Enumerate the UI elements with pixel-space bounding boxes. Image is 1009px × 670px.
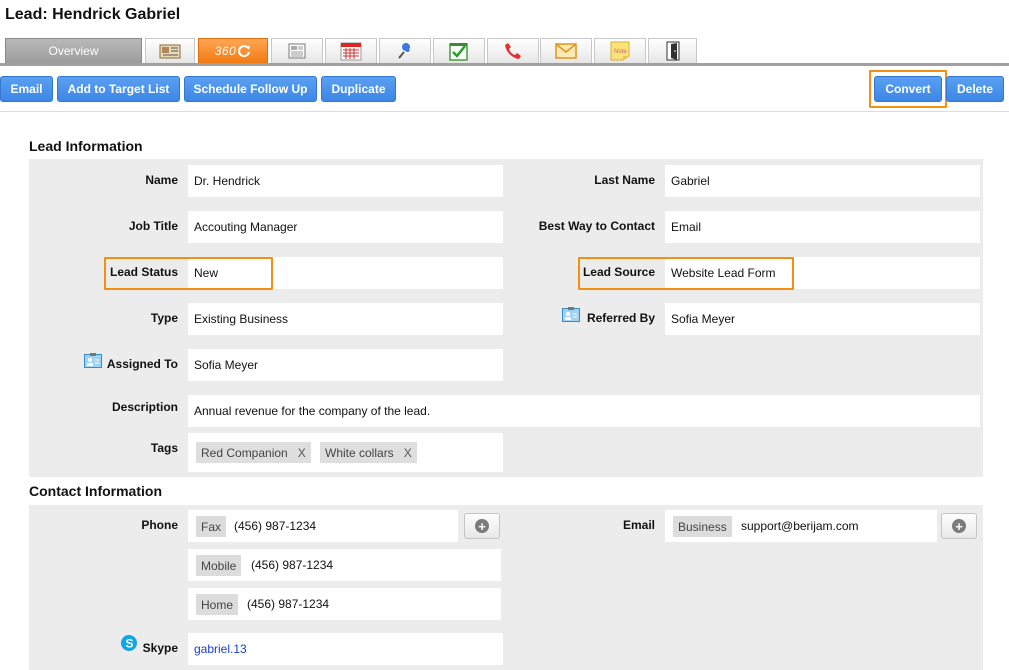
tab-pushpin[interactable] <box>379 38 431 63</box>
job-title-label: Job Title <box>128 219 178 233</box>
phone-type-home: Home <box>196 594 239 615</box>
tab-bar: Overview 360 Note <box>0 36 1009 66</box>
add-phone-button[interactable]: + <box>464 513 500 539</box>
description-value: Annual revenue for the company of the le… <box>188 395 980 427</box>
note-icon: Note <box>610 41 630 61</box>
assigned-to-label: Assigned To <box>106 357 178 371</box>
schedule-follow-up-button[interactable]: Schedule Follow Up <box>184 76 317 102</box>
referred-by-label: Referred By <box>586 311 655 325</box>
phone-type-mobile: Mobile <box>196 555 242 576</box>
duplicate-button[interactable]: Duplicate <box>321 76 396 102</box>
tab-business-card[interactable] <box>145 38 195 63</box>
tab-360-label: 360 <box>214 44 237 58</box>
phone-number-mobile: (456) 987-1234 <box>251 558 334 572</box>
email-type-business: Business <box>673 516 732 537</box>
tag-chip: Red Companion X <box>196 442 311 463</box>
tag-remove-button[interactable]: X <box>404 446 412 460</box>
name-value: Dr. Hendrick <box>188 165 503 197</box>
newspaper-icon <box>288 43 306 59</box>
lead-status-value: New <box>188 257 503 289</box>
tab-calendar[interactable] <box>325 38 377 63</box>
tab-360[interactable]: 360 <box>198 38 268 63</box>
tab-bar-underline <box>0 63 1009 66</box>
lead-information-title: Lead Information <box>29 138 143 154</box>
tag-label: White collars <box>325 445 394 460</box>
add-email-button[interactable]: + <box>941 513 977 539</box>
pushpin-icon <box>398 43 410 59</box>
plus-icon: + <box>475 519 489 533</box>
email-label: Email <box>622 518 655 532</box>
plus-icon: + <box>952 519 966 533</box>
best-way-to-contact-label: Best Way to Contact <box>538 219 655 233</box>
tab-exit[interactable] <box>648 38 697 63</box>
delete-button[interactable]: Delete <box>946 76 1004 102</box>
description-label: Description <box>111 400 178 414</box>
best-way-to-contact-value: Email <box>665 211 980 243</box>
tags-label: Tags <box>150 441 178 455</box>
tag-remove-button[interactable]: X <box>298 446 306 460</box>
last-name-value: Gabriel <box>665 165 980 197</box>
lead-source-label: Lead Source <box>582 265 655 279</box>
page-title: Lead: Hendrick Gabriel <box>5 6 181 23</box>
lead-source-value: Website Lead Form <box>665 257 980 289</box>
phone-row-fax <box>188 510 458 542</box>
name-label: Name <box>145 173 178 187</box>
svg-text:Note: Note <box>614 49 627 55</box>
skype-value: gabriel.13 <box>188 633 503 665</box>
task-checkbox-icon <box>449 43 468 61</box>
tab-notes[interactable]: Note <box>594 38 646 63</box>
door-exit-icon <box>666 41 679 61</box>
skype-label: Skype <box>142 641 178 655</box>
tab-calls[interactable] <box>487 38 539 63</box>
phone-number-fax: (456) 987-1234 <box>234 519 317 533</box>
tag-chip: White collars X <box>320 442 417 463</box>
referred-by-value: Sofia Meyer <box>665 303 980 335</box>
tab-overview-label: Overview <box>48 44 99 58</box>
refresh-360-icon <box>238 45 251 58</box>
email-button[interactable]: Email <box>0 76 53 102</box>
phone-type-fax: Fax <box>196 516 227 537</box>
tag-label: Red Companion <box>201 445 288 460</box>
last-name-label: Last Name <box>594 173 655 187</box>
phone-number-home: (456) 987-1234 <box>247 597 330 611</box>
toolbar-divider <box>0 111 1009 112</box>
lead-status-label: Lead Status <box>109 265 178 279</box>
phone-icon <box>505 43 521 59</box>
tab-overview[interactable]: Overview <box>5 38 142 63</box>
contact-information-title: Contact Information <box>29 483 162 499</box>
tab-email[interactable] <box>540 38 592 63</box>
phone-label: Phone <box>141 518 178 532</box>
skype-link[interactable]: gabriel.13 <box>194 642 247 656</box>
type-value: Existing Business <box>188 303 503 335</box>
tab-news[interactable] <box>271 38 323 63</box>
envelope-icon <box>555 43 577 59</box>
assigned-to-value: Sofia Meyer <box>188 349 503 381</box>
convert-button[interactable]: Convert <box>874 76 942 102</box>
add-to-target-list-button[interactable]: Add to Target List <box>57 76 180 102</box>
email-address-business[interactable]: support@berijam.com <box>741 519 859 533</box>
calendar-icon <box>340 42 362 61</box>
business-card-icon <box>159 44 181 59</box>
job-title-value: Accouting Manager <box>188 211 503 243</box>
type-label: Type <box>150 311 178 325</box>
tab-tasks[interactable] <box>433 38 485 63</box>
